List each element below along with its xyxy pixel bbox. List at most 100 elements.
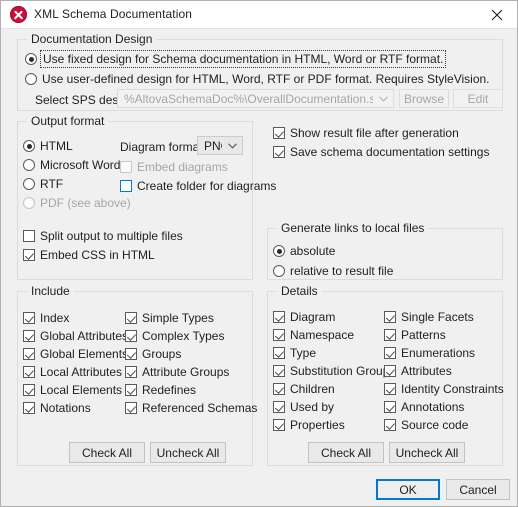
chevron-down-icon: [373, 92, 393, 106]
checkbox-include-referenced-schemas[interactable]: Referenced Schemas: [125, 401, 257, 415]
checkbox-details-namespace[interactable]: Namespace: [273, 328, 354, 342]
checkbox-include-notations[interactable]: Notations: [23, 401, 91, 415]
checkbox-include-local-attributes-indicator: [23, 366, 35, 378]
checkbox-details-single-facets[interactable]: Single Facets: [384, 310, 474, 324]
checkbox-include-global-elements-label: Global Elements: [40, 347, 128, 361]
checkbox-details-patterns[interactable]: Patterns: [384, 328, 446, 342]
checkbox-details-annotations[interactable]: Annotations: [384, 400, 464, 414]
checkbox-include-attribute-groups-label: Attribute Groups: [142, 365, 229, 379]
checkbox-include-global-attributes-label: Global Attributes: [40, 329, 128, 343]
checkbox-create-folder-for-diagrams[interactable]: Create folder for diagrams: [120, 179, 276, 193]
include-legend: Include: [27, 284, 74, 298]
checkbox-details-single-facets-label: Single Facets: [401, 310, 474, 324]
radio-microsoft-word-label: Microsoft Word: [40, 158, 120, 172]
radio-fixed-design[interactable]: Use fixed design for Schema documentatio…: [25, 52, 444, 66]
checkbox-details-used-by[interactable]: Used by: [273, 400, 334, 414]
radio-html[interactable]: HTML: [23, 139, 73, 153]
details-check-all-button[interactable]: Check All: [308, 442, 384, 463]
checkbox-include-redefines[interactable]: Redefines: [125, 383, 196, 397]
checkbox-include-local-elements-indicator: [23, 384, 35, 396]
checkbox-embed-css[interactable]: Embed CSS in HTML: [23, 248, 155, 262]
checkbox-include-global-attributes[interactable]: Global Attributes: [23, 329, 128, 343]
checkbox-details-annotations-indicator: [384, 401, 396, 413]
checkbox-details-type[interactable]: Type: [273, 346, 316, 360]
checkbox-details-children-label: Children: [290, 382, 335, 396]
checkbox-include-index[interactable]: Index: [23, 311, 69, 325]
checkbox-include-global-elements[interactable]: Global Elements: [23, 347, 128, 361]
details-uncheck-all-button[interactable]: Uncheck All: [389, 442, 465, 463]
checkbox-details-identity-constraints[interactable]: Identity Constraints: [384, 382, 504, 396]
checkbox-details-identity-constraints-label: Identity Constraints: [401, 382, 504, 396]
checkbox-details-single-facets-indicator: [384, 311, 396, 323]
checkbox-include-referenced-schemas-indicator: [125, 402, 137, 414]
checkbox-details-source-code[interactable]: Source code: [384, 418, 468, 432]
checkbox-include-simple-types[interactable]: Simple Types: [125, 311, 214, 325]
include-uncheck-all-button[interactable]: Uncheck All: [150, 442, 226, 463]
title-bar: XML Schema Documentation: [1, 1, 518, 29]
checkbox-include-referenced-schemas-label: Referenced Schemas: [142, 401, 257, 415]
radio-links-absolute-label: absolute: [290, 244, 335, 258]
checkbox-create-folder-for-diagrams-indicator: [120, 180, 132, 192]
checkbox-save-settings-indicator: [273, 146, 285, 158]
checkbox-details-substitution-group-label: Substitution Group: [290, 364, 389, 378]
checkbox-details-properties-indicator: [273, 419, 285, 431]
checkbox-embed-diagrams-indicator: [120, 161, 132, 173]
checkbox-split-output-label: Split output to multiple files: [40, 229, 183, 243]
ok-button[interactable]: OK: [376, 479, 440, 500]
checkbox-details-patterns-label: Patterns: [401, 328, 446, 342]
checkbox-include-simple-types-indicator: [125, 312, 137, 324]
checkbox-include-local-attributes[interactable]: Local Attributes: [23, 365, 122, 379]
checkbox-split-output[interactable]: Split output to multiple files: [23, 229, 183, 243]
checkbox-include-local-elements-label: Local Elements: [40, 383, 122, 397]
checkbox-include-local-elements[interactable]: Local Elements: [23, 383, 122, 397]
radio-links-relative[interactable]: relative to result file: [273, 264, 393, 278]
checkbox-details-diagram[interactable]: Diagram: [273, 310, 335, 324]
radio-html-label: HTML: [40, 139, 73, 153]
checkbox-create-folder-for-diagrams-label: Create folder for diagrams: [137, 179, 276, 193]
checkbox-show-result-file-label: Show result file after generation: [290, 126, 459, 140]
include-check-all-button[interactable]: Check All: [69, 442, 145, 463]
checkbox-details-attributes-indicator: [384, 365, 396, 377]
output-format-legend: Output format: [27, 114, 108, 128]
checkbox-include-complex-types[interactable]: Complex Types: [125, 329, 224, 343]
diagram-format-combo[interactable]: PNG: [197, 136, 243, 155]
diagram-format-value: PNG: [198, 139, 222, 153]
checkbox-show-result-file[interactable]: Show result file after generation: [273, 126, 459, 140]
checkbox-details-properties[interactable]: Properties: [273, 418, 345, 432]
radio-links-absolute[interactable]: absolute: [273, 244, 335, 258]
checkbox-include-redefines-indicator: [125, 384, 137, 396]
browse-button[interactable]: Browse: [399, 89, 449, 108]
checkbox-details-identity-constraints-indicator: [384, 383, 396, 395]
edit-button[interactable]: Edit: [453, 89, 503, 108]
checkbox-details-namespace-indicator: [273, 329, 285, 341]
checkbox-details-attributes[interactable]: Attributes: [384, 364, 452, 378]
radio-fixed-design-indicator: [25, 53, 37, 65]
checkbox-include-global-attributes-indicator: [23, 330, 35, 342]
checkbox-include-redefines-label: Redefines: [142, 383, 196, 397]
checkbox-embed-diagrams-label: Embed diagrams: [137, 160, 228, 174]
radio-rtf-indicator: [23, 178, 35, 190]
close-icon[interactable]: [475, 1, 518, 28]
radio-user-defined-design-label: Use user-defined design for HTML, Word, …: [42, 72, 490, 86]
cancel-button[interactable]: Cancel: [446, 479, 510, 500]
checkbox-details-children[interactable]: Children: [273, 382, 335, 396]
checkbox-save-settings[interactable]: Save schema documentation settings: [273, 145, 489, 159]
checkbox-embed-diagrams: Embed diagrams: [120, 160, 228, 174]
checkbox-details-type-indicator: [273, 347, 285, 359]
radio-rtf[interactable]: RTF: [23, 177, 63, 191]
checkbox-include-attribute-groups[interactable]: Attribute Groups: [125, 365, 229, 379]
checkbox-details-substitution-group[interactable]: Substitution Group: [273, 364, 389, 378]
sps-design-combo[interactable]: %AltovaSchemaDoc%\OverallDocumentation.s…: [117, 89, 394, 108]
checkbox-include-groups-indicator: [125, 348, 137, 360]
radio-user-defined-design[interactable]: Use user-defined design for HTML, Word, …: [25, 72, 490, 86]
radio-microsoft-word[interactable]: Microsoft Word: [23, 158, 120, 172]
checkbox-include-groups[interactable]: Groups: [125, 347, 181, 361]
window-title: XML Schema Documentation: [34, 7, 192, 21]
chevron-down-icon: [222, 139, 242, 153]
documentation-design-legend: Documentation Design: [27, 32, 156, 46]
checkbox-details-enumerations[interactable]: Enumerations: [384, 346, 475, 360]
checkbox-save-settings-label: Save schema documentation settings: [290, 145, 489, 159]
checkbox-include-notations-indicator: [23, 402, 35, 414]
radio-links-relative-label: relative to result file: [290, 264, 393, 278]
diagram-format-label: Diagram format:: [120, 140, 206, 154]
